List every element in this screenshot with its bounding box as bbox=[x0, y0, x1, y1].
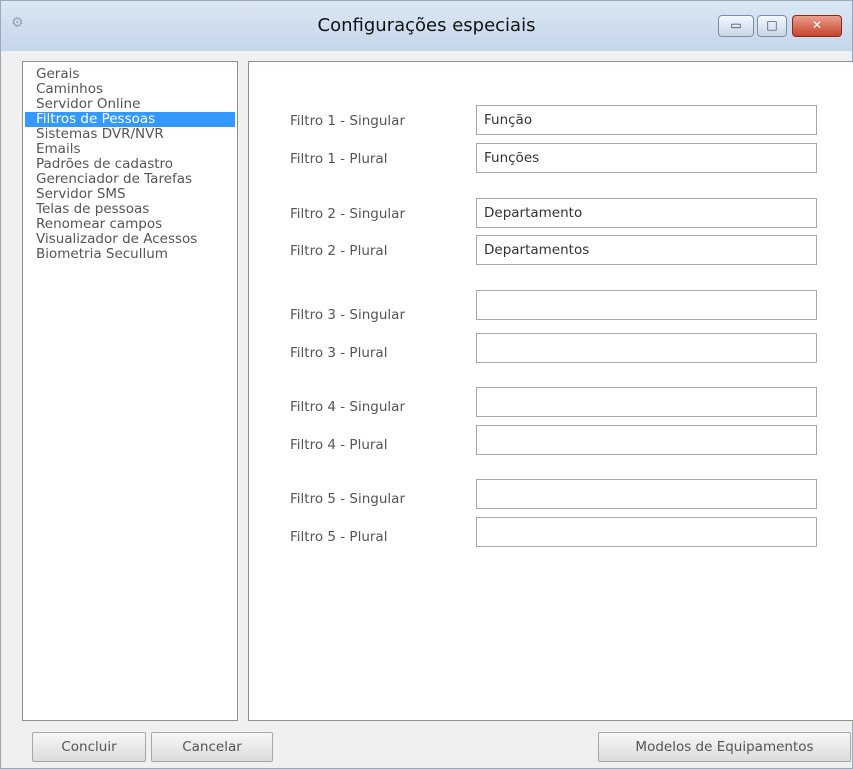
filter-4-singular-input[interactable] bbox=[476, 387, 817, 417]
nav-item-servidor-online[interactable]: Servidor Online bbox=[25, 97, 235, 112]
filter-3-plural-input[interactable] bbox=[476, 333, 817, 363]
maximize-button[interactable]: □ bbox=[757, 15, 787, 37]
filter-4-singular-label: Filtro 4 - Singular bbox=[290, 399, 406, 415]
nav-item-biometria-secullum[interactable]: Biometria Secullum bbox=[25, 247, 235, 262]
concluir-button[interactable]: Concluir bbox=[32, 732, 146, 762]
filter-row: Filtro 4 - Plural bbox=[249, 425, 853, 455]
filter-4-plural-label: Filtro 4 - Plural bbox=[290, 437, 388, 453]
nav-item-emails[interactable]: Emails bbox=[25, 142, 235, 157]
filter-5-plural-label: Filtro 5 - Plural bbox=[290, 529, 388, 545]
filter-row: Filtro 5 - Singular bbox=[249, 479, 853, 509]
close-icon: ✕ bbox=[811, 18, 823, 32]
filter-row: Filtro 2 - Plural bbox=[249, 235, 853, 265]
nav-item-padroes-de-cadastro[interactable]: Padrões de cadastro bbox=[25, 157, 235, 172]
nav-item-renomear-campos[interactable]: Renomear campos bbox=[25, 217, 235, 232]
filter-row: Filtro 4 - Singular bbox=[249, 387, 853, 417]
filter-row: Filtro 3 - Singular bbox=[249, 290, 853, 323]
settings-window: ⚙ Configurações especiais ▭ □ ✕ Gerais C… bbox=[0, 0, 853, 769]
nav-item-gerais[interactable]: Gerais bbox=[25, 67, 235, 82]
nav-item-servidor-sms[interactable]: Servidor SMS bbox=[25, 187, 235, 202]
nav-item-caminhos[interactable]: Caminhos bbox=[25, 82, 235, 97]
filter-2-plural-label: Filtro 2 - Plural bbox=[290, 243, 388, 259]
filter-5-plural-input[interactable] bbox=[476, 517, 817, 547]
nav-item-visualizador-de-acessos[interactable]: Visualizador de Acessos bbox=[25, 232, 235, 247]
filter-2-singular-label: Filtro 2 - Singular bbox=[290, 206, 406, 222]
filter-5-singular-input[interactable] bbox=[476, 479, 817, 509]
nav-item-gerenciador-de-tarefas[interactable]: Gerenciador de Tarefas bbox=[25, 172, 235, 187]
filter-1-singular-label: Filtro 1 - Singular bbox=[290, 113, 406, 129]
nav-item-sistemas-dvr-nvr[interactable]: Sistemas DVR/NVR bbox=[25, 127, 235, 142]
title-bar[interactable]: ⚙ Configurações especiais ▭ □ ✕ bbox=[1, 1, 852, 51]
nav-item-telas-de-pessoas[interactable]: Telas de pessoas bbox=[25, 202, 235, 217]
filter-3-plural-label: Filtro 3 - Plural bbox=[290, 345, 388, 361]
filter-1-singular-input[interactable] bbox=[476, 105, 817, 135]
filter-row: Filtro 5 - Plural bbox=[249, 517, 853, 547]
nav-item-filtros-de-pessoas[interactable]: Filtros de Pessoas bbox=[25, 112, 235, 127]
filter-row: Filtro 1 - Plural bbox=[249, 143, 853, 173]
close-button[interactable]: ✕ bbox=[792, 15, 842, 37]
settings-nav-list[interactable]: Gerais Caminhos Servidor Online Filtros … bbox=[22, 61, 238, 721]
filter-row: Filtro 2 - Singular bbox=[249, 198, 853, 228]
minimize-button[interactable]: ▭ bbox=[718, 15, 754, 37]
cancelar-button[interactable]: Cancelar bbox=[151, 732, 273, 762]
filter-1-plural-label: Filtro 1 - Plural bbox=[290, 151, 388, 167]
filter-row: Filtro 1 - Singular bbox=[249, 105, 853, 135]
filter-3-singular-label: Filtro 3 - Singular bbox=[290, 307, 406, 323]
filter-3-singular-input[interactable] bbox=[476, 290, 817, 320]
filter-2-singular-input[interactable] bbox=[476, 198, 817, 228]
filter-2-plural-input[interactable] bbox=[476, 235, 817, 265]
filter-1-plural-input[interactable] bbox=[476, 143, 817, 173]
filters-panel: Filtro 1 - Singular Filtro 1 - Plural Fi… bbox=[248, 61, 853, 721]
filter-5-singular-label: Filtro 5 - Singular bbox=[290, 491, 406, 507]
modelos-de-equipamentos-button[interactable]: Modelos de Equipamentos bbox=[598, 732, 851, 762]
filter-4-plural-input[interactable] bbox=[476, 425, 817, 455]
maximize-icon: □ bbox=[766, 18, 778, 32]
minimize-icon: ▭ bbox=[730, 18, 742, 32]
filter-row: Filtro 3 - Plural bbox=[249, 333, 853, 363]
